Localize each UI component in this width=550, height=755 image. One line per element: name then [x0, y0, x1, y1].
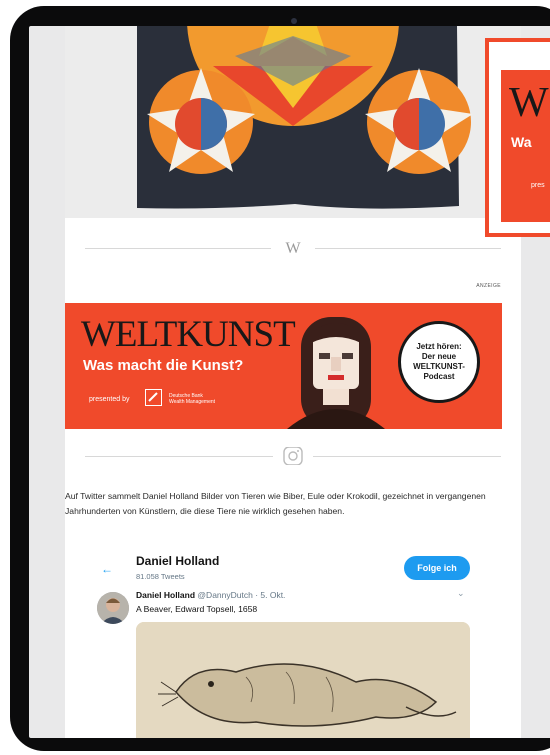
- camera-icon: [291, 18, 297, 24]
- article-paragraph: Auf Twitter sammelt Daniel Holland Bilde…: [65, 491, 486, 516]
- ad-sponsor-line2: Wealth Management: [169, 399, 216, 405]
- ad-sponsor: Deutsche Bank Wealth Management: [169, 393, 229, 405]
- artwork-image: [65, 26, 521, 218]
- deutsche-bank-logo-icon: [145, 389, 162, 406]
- podcast-badge: Jetzt hören: Der neue WELTKUNST- Podcast: [398, 321, 480, 403]
- ad-slogan: Was macht die Kunst?: [83, 357, 244, 374]
- badge-line2: Der neue: [421, 352, 457, 361]
- ad-presented-by: presented by: [89, 396, 130, 403]
- ad-popup[interactable]: W Wa pres: [485, 38, 550, 237]
- illustrated-woman-portrait: [287, 317, 385, 429]
- tweet-image[interactable]: [136, 622, 470, 738]
- tweet-author-name[interactable]: Daniel Holland: [136, 590, 195, 600]
- back-arrow-icon[interactable]: ←: [101, 562, 113, 576]
- ad-label: ANZEIGE: [476, 283, 501, 289]
- popup-slogan: Wa: [511, 134, 532, 150]
- popup-presented: pres: [531, 182, 545, 189]
- avatar[interactable]: [97, 592, 129, 624]
- chevron-down-icon[interactable]: ⌄: [457, 588, 465, 599]
- weltkunst-wordmark: W: [271, 238, 315, 260]
- tweet-profile-name[interactable]: Daniel Holland: [136, 554, 219, 568]
- instagram-icon[interactable]: [273, 446, 313, 466]
- follow-button[interactable]: Folge ich: [404, 556, 470, 580]
- weltkunst-podcast-ad[interactable]: WELTKUNST Was macht die Kunst? presented…: [65, 303, 502, 429]
- beaver-engraving: [136, 622, 470, 738]
- screen: W ANZEIGE WELTKUNST Was macht die Kunst?…: [29, 26, 550, 738]
- tweet-handle[interactable]: @DannyDutch: [197, 590, 252, 600]
- badge-line3: WELTKUNST-: [413, 362, 465, 371]
- ad-popup-banner: W Wa pres: [501, 70, 550, 222]
- tweet-author-line: Daniel Holland @DannyDutch · 5. Okt.: [136, 590, 285, 600]
- artwork-graphic: [65, 26, 521, 218]
- popup-logo: W: [509, 80, 549, 126]
- tweet-text: A Beaver, Edward Topsell, 1658: [136, 604, 258, 614]
- badge-line4: Podcast: [423, 372, 455, 381]
- ad-logo: WELTKUNST: [81, 314, 296, 355]
- article-page: W ANZEIGE WELTKUNST Was macht die Kunst?…: [65, 26, 521, 738]
- badge-line1: Jetzt hören:: [416, 342, 462, 351]
- tweet-date[interactable]: · 5. Okt.: [253, 590, 285, 600]
- tweet-count: 81.058 Tweets: [136, 572, 185, 581]
